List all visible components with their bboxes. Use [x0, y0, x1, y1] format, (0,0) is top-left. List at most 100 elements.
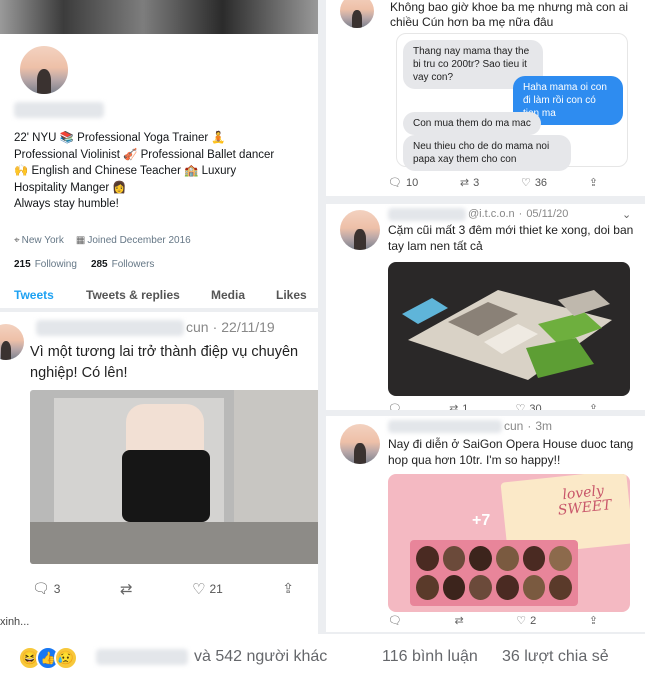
- reply-icon: 🗨: [388, 176, 402, 189]
- tweet-card-house: @i.t.c.o.n · 05/11/20 ⌄ Cặm cũi mất 3 đê…: [326, 204, 645, 410]
- chevron-down-icon[interactable]: ⌄: [622, 208, 631, 221]
- chocolate: [495, 575, 519, 600]
- tweet-photo[interactable]: [30, 390, 318, 564]
- bio-line: Hospitality Manger 👩: [14, 181, 127, 194]
- photo-figure-pants: [122, 450, 210, 522]
- photo-count-overlay[interactable]: +7: [472, 512, 490, 530]
- floorplan-illustration: [402, 290, 612, 380]
- chocolate: [416, 546, 439, 571]
- separator: ·: [518, 208, 523, 220]
- tab-media[interactable]: Media: [211, 288, 245, 302]
- chocolate: [522, 546, 546, 571]
- like-count: 21: [209, 582, 223, 596]
- reaction-others-count[interactable]: và 542 người khác: [194, 648, 327, 666]
- profile-panel: 22' NYU 📚 Professional Yoga Trainer 🧘 Pr…: [0, 0, 318, 308]
- tweet-avatar[interactable]: [340, 424, 380, 464]
- tweet-card-left: cun · 22/11/19 Vì một tương lai trở thàn…: [0, 312, 318, 634]
- reply-icon: 🗨: [388, 614, 402, 627]
- reply-button[interactable]: 🗨: [388, 402, 402, 410]
- tweet-handle: @i.t.c.o.n: [468, 208, 515, 220]
- photo-wall-right: [234, 390, 318, 522]
- share-icon: ⇪: [588, 614, 598, 627]
- bio-line: 🙌 English and Chinese Teacher 🏫 Luxury: [14, 165, 237, 177]
- profile-meta: ⌖ New York ▦ Joined December 2016: [14, 235, 191, 246]
- reply-button[interactable]: 🗨 10: [388, 176, 418, 189]
- heart-icon: ♡: [520, 176, 531, 189]
- sad-reaction-icon: 😥: [54, 646, 78, 670]
- profile-counts: 215 Following 285 Followers: [14, 259, 154, 270]
- reply-icon: 🗨: [32, 581, 50, 597]
- shares-count[interactable]: 36 lượt chia sẻ: [502, 648, 609, 666]
- tweet-actions: 🗨 ⇄ 1 ♡ 30 ⇪: [388, 402, 598, 410]
- like-button[interactable]: ♡ 2: [516, 614, 536, 627]
- tweet-photo-floorplan[interactable]: [388, 262, 630, 396]
- like-count: 36: [534, 176, 548, 189]
- tweet-date: 22/11/19: [221, 319, 275, 335]
- profile-avatar[interactable]: [18, 44, 70, 96]
- calendar-icon: ▦: [75, 235, 86, 246]
- retweet-button[interactable]: ⇄: [120, 580, 133, 598]
- tweet-handle: cun: [504, 419, 524, 433]
- share-icon: ⇪: [588, 176, 598, 189]
- tweet-avatar[interactable]: [340, 0, 374, 28]
- chocolate: [469, 546, 492, 571]
- retweet-count: 1: [462, 402, 469, 411]
- tweet-time: 3m: [535, 419, 553, 433]
- chocolate: [469, 575, 492, 600]
- retweet-icon: ⇄: [459, 176, 470, 189]
- tweet-header: cun · 22/11/19: [186, 319, 275, 335]
- tweet-avatar[interactable]: [0, 324, 24, 360]
- following-count[interactable]: 215: [14, 259, 31, 270]
- retweet-icon: ⇄: [449, 402, 459, 410]
- retweet-button[interactable]: ⇄ 3: [460, 176, 479, 189]
- heart-icon: ♡: [516, 614, 527, 627]
- comments-count[interactable]: 116 bình luận: [382, 648, 478, 666]
- tweet-author-blurred: [388, 420, 502, 433]
- pool: [402, 298, 448, 324]
- share-button[interactable]: ⇪: [589, 614, 598, 627]
- like-count: 2: [530, 614, 537, 627]
- photo-floor: [30, 522, 318, 564]
- chocolate-box: [410, 540, 578, 606]
- profile-name-blurred: [14, 102, 104, 118]
- share-button[interactable]: ⇪: [589, 176, 598, 189]
- tab-likes[interactable]: Likes: [276, 288, 307, 302]
- tweet-avatar[interactable]: [340, 210, 380, 250]
- tab-tweets[interactable]: Tweets: [14, 288, 54, 302]
- retweet-count: 3: [473, 176, 480, 189]
- followers-label[interactable]: Followers: [112, 259, 155, 270]
- tweet-text: Nay đi diễn ở SaiGon Opera House duoc ta…: [388, 437, 634, 467]
- chat-screenshot[interactable]: Thang nay mama thay the bi tru co 200tr?…: [396, 33, 628, 171]
- tweet-card-gift: cun · 3m Nay đi diễn ở SaiGon Opera Hous…: [326, 416, 645, 632]
- tweet-handle: cun: [186, 319, 209, 335]
- following-label[interactable]: Following: [35, 259, 77, 270]
- reply-button[interactable]: 🗨: [388, 614, 402, 627]
- retweet-button[interactable]: ⇄ 1: [449, 402, 468, 410]
- more-text[interactable]: xinh...: [0, 616, 29, 628]
- reply-button[interactable]: 🗨 3: [32, 581, 60, 597]
- tweet-header: @i.t.c.o.n · 05/11/20: [468, 208, 568, 220]
- profile-bio: 22' NYU 📚 Professional Yoga Trainer 🧘 Pr…: [14, 130, 314, 213]
- retweet-icon: ⇄: [119, 580, 133, 598]
- reaction-icons[interactable]: 😆 👍 😥: [18, 646, 78, 670]
- facebook-reaction-bar: 😆 👍 😥 và 542 người khác 116 bình luận 36…: [0, 634, 645, 688]
- like-button[interactable]: ♡ 30: [516, 402, 542, 410]
- tweet-actions: 🗨 ⇄ ♡ 2 ⇪: [388, 614, 598, 627]
- followers-count[interactable]: 285: [91, 259, 108, 270]
- tweet-text: Không bao giờ khoe ba mẹ nhưng mà con ai…: [390, 0, 629, 29]
- profile-joined: Joined December 2016: [87, 235, 191, 246]
- retweet-button[interactable]: ⇄: [455, 614, 464, 627]
- heart-icon: ♡: [191, 580, 206, 598]
- tweet-photo-gift[interactable]: lovely SWEET +7: [388, 474, 630, 612]
- tweet-text: Cặm cũi mất 3 đêm mới thiet ke xong, doi…: [388, 223, 634, 253]
- profile-location: New York: [21, 235, 64, 246]
- bio-line: 22' NYU 📚 Professional Yoga Trainer 🧘: [14, 132, 226, 144]
- share-button[interactable]: ⇪: [282, 581, 294, 597]
- separator: ·: [212, 319, 218, 335]
- chocolate: [442, 575, 466, 600]
- share-button[interactable]: ⇪: [589, 402, 598, 410]
- like-button[interactable]: ♡ 36: [521, 176, 547, 189]
- like-button[interactable]: ♡ 21: [192, 580, 223, 598]
- tab-tweets-replies[interactable]: Tweets & replies: [86, 288, 180, 302]
- chocolate: [549, 575, 572, 600]
